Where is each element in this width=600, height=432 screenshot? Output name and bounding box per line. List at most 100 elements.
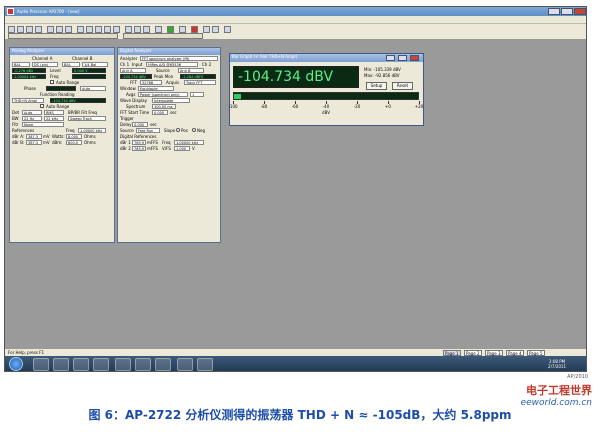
taskbar-excel-icon[interactable] <box>135 358 151 371</box>
auto-range-2-checkbox[interactable] <box>40 104 44 108</box>
input-b-select[interactable]: BAL <box>62 62 80 67</box>
fltr-select[interactable]: None <box>22 122 64 127</box>
generator-icon[interactable] <box>86 26 93 33</box>
new-icon[interactable] <box>8 26 15 33</box>
delay-label: Delay <box>120 122 132 127</box>
det-select[interactable]: Auto <box>22 110 42 115</box>
dbr2-input[interactable]: 765.9 <box>132 146 146 151</box>
function-select[interactable]: THD+N Ampl <box>12 98 44 103</box>
filter-icon[interactable] <box>134 26 141 33</box>
slope-pos-radio[interactable] <box>176 128 180 132</box>
close-button[interactable] <box>574 8 586 15</box>
figure-caption: 图 6：AP-2722 分析仪测得的振荡器 THD + N ≈ -105dB，大… <box>88 408 512 422</box>
dbr2-label: dBr 2 <box>120 146 131 151</box>
input-select[interactable]: HiRes A/D @65536 <box>146 62 198 67</box>
watermark-cn: 电子工程世界 <box>526 384 592 397</box>
bar-graph-close-button[interactable] <box>410 55 419 61</box>
setup-button[interactable]: Setup <box>366 82 387 90</box>
reset-button[interactable]: Reset <box>392 82 413 90</box>
go-icon[interactable] <box>167 26 174 33</box>
channel-b-label: Channel B <box>72 56 93 61</box>
taskbar-ie-icon[interactable] <box>33 358 49 371</box>
level-bar-track <box>233 92 419 100</box>
spectrum-input[interactable]: 100.00 ms <box>152 104 176 109</box>
paste-icon[interactable] <box>65 26 72 33</box>
taskbar-media-icon[interactable] <box>73 358 89 371</box>
digital-analyzer-title: Digital Analyzer <box>118 48 220 55</box>
watts-unit: Ohms <box>84 134 96 139</box>
avgs-select[interactable]: Power (spectrum only) <box>138 92 188 97</box>
window-select[interactable]: Equiripple <box>138 86 174 91</box>
slope-label: Slope <box>164 128 176 133</box>
settings-icon[interactable] <box>143 26 150 33</box>
freq-ref-input[interactable]: 1.00000 kHz <box>78 128 106 133</box>
dbm-input[interactable]: 600.0 <box>66 140 82 145</box>
wave-display-select[interactable]: Interpolate <box>152 98 190 103</box>
phase-mode-select[interactable]: Auto <box>80 86 106 91</box>
analyzer-icon[interactable] <box>77 26 84 33</box>
dbr-a-input[interactable]: 387.3 <box>26 134 42 139</box>
copy-icon[interactable] <box>56 26 63 33</box>
dbr-b-input[interactable]: 387.3 <box>26 140 42 145</box>
panel-icon[interactable] <box>125 26 132 33</box>
taskbar-ap-icon[interactable] <box>177 358 193 371</box>
taskbar-word-icon[interactable] <box>115 358 131 371</box>
auto-range-checkbox[interactable] <box>50 80 54 84</box>
taskbar-app3-icon[interactable] <box>197 358 213 371</box>
anlr-a-select[interactable]: Anlr A <box>120 68 146 73</box>
coupling-a-select[interactable]: DC (pin) <box>32 62 58 67</box>
freq-ref-input-digital[interactable]: 1.00000 kHz <box>174 140 204 145</box>
bw-hi-select[interactable]: 22 kHz <box>44 116 64 121</box>
det-label: Det <box>12 110 20 115</box>
play-icon[interactable] <box>203 26 210 33</box>
bar-graph-maximize-button[interactable] <box>398 55 407 61</box>
pause-icon[interactable] <box>212 26 219 33</box>
ch1-label: Ch 1 <box>120 62 130 67</box>
source-label: Source <box>156 68 170 73</box>
slope-neg-radio[interactable] <box>192 128 196 132</box>
fltr-label: Fltr <box>12 122 19 127</box>
watts-input[interactable]: 8.000 <box>66 134 82 139</box>
record-icon[interactable] <box>191 26 198 33</box>
bar-graph-icon[interactable] <box>113 26 120 33</box>
fft-size-select[interactable]: 32768 <box>140 80 162 85</box>
vfs-input[interactable]: 1.000 <box>174 146 190 151</box>
minimize-button[interactable] <box>548 8 560 15</box>
taskbar-folder-icon[interactable] <box>53 358 69 371</box>
input-a-select[interactable]: BAL <box>12 62 30 67</box>
start-button[interactable] <box>9 357 23 371</box>
save-icon[interactable] <box>26 26 33 33</box>
analyzer-select[interactable]: FFT spectrum analyzer (fft) <box>140 56 218 61</box>
level-label: Level <box>50 68 61 73</box>
maximize-button[interactable] <box>561 8 573 15</box>
print-icon[interactable] <box>35 26 42 33</box>
taskbar-clock[interactable]: 2:08 PM 2/7/2011 <box>548 359 566 369</box>
open-icon[interactable] <box>17 26 24 33</box>
freq-ref-label: Freq <box>162 140 171 145</box>
sweep-icon[interactable] <box>95 26 102 33</box>
det2-select[interactable]: RMS <box>44 110 64 115</box>
delay-input[interactable]: 0.000 <box>132 122 148 127</box>
fft-start-input[interactable]: 0.000 <box>152 110 168 115</box>
cut-icon[interactable] <box>47 26 54 33</box>
bar-graph-minimize-button[interactable] <box>386 55 395 61</box>
coupling-b-select[interactable]: 1/4 Bal <box>82 62 108 67</box>
digital-refs-label: Digital References <box>120 134 157 139</box>
source-select[interactable]: Anlr B <box>178 68 204 73</box>
help-icon[interactable] <box>155 26 162 33</box>
sweep-track-select[interactable]: Sweep Track <box>68 116 106 121</box>
toolbar <box>5 24 586 40</box>
dbr-a-unit: mV <box>43 134 50 139</box>
graph-icon[interactable] <box>104 26 111 33</box>
acquis-select[interactable]: Track FFT <box>184 80 216 85</box>
step-icon[interactable] <box>224 26 231 33</box>
status-bar: For Help, press F1 Page 1 Page 2 Page 3 … <box>5 348 586 356</box>
avgs-count-input[interactable]: 1 <box>190 92 204 97</box>
dbr1-input[interactable]: 765.9 <box>132 140 146 145</box>
source2-select[interactable]: Free Run <box>136 128 160 133</box>
taskbar-date: 2/7/2011 <box>548 364 566 369</box>
bw-select[interactable]: 22 Hz <box>22 116 42 121</box>
stop-icon[interactable] <box>179 26 186 33</box>
taskbar-app2-icon[interactable] <box>155 358 171 371</box>
taskbar-app-icon[interactable] <box>93 358 109 371</box>
